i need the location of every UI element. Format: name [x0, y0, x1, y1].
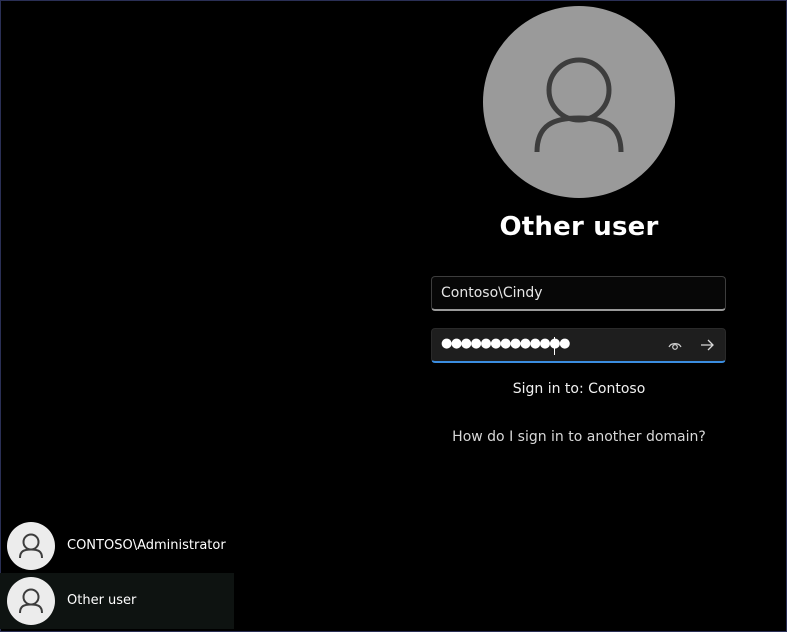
password-mask[interactable]: ●●●●●●●●●●●●● — [441, 336, 570, 351]
user-tile-label: CONTOSO\Administrator — [67, 538, 226, 553]
person-icon — [19, 533, 43, 559]
username-field[interactable]: Contoso\Cindy — [431, 276, 726, 311]
user-avatar — [7, 522, 55, 570]
username-value[interactable]: Contoso\Cindy — [441, 285, 543, 301]
other-domain-link[interactable]: How do I sign in to another domain? — [431, 429, 727, 445]
person-icon — [534, 57, 624, 153]
selected-user-avatar — [483, 6, 675, 198]
user-avatar — [7, 577, 55, 625]
user-tile-administrator[interactable]: CONTOSO\Administrator — [0, 518, 234, 574]
selected-user-name: Other user — [499, 212, 659, 242]
eye-icon[interactable] — [668, 339, 682, 353]
person-icon — [19, 588, 43, 614]
sign-in-domain-text: Sign in to: Contoso — [512, 381, 646, 397]
arrow-right-icon[interactable] — [700, 338, 714, 352]
user-tile-label: Other user — [67, 593, 137, 608]
text-caret — [554, 337, 555, 355]
password-field[interactable]: ●●●●●●●●●●●●● — [431, 328, 726, 363]
user-tile-other-user[interactable]: Other user — [0, 573, 234, 629]
